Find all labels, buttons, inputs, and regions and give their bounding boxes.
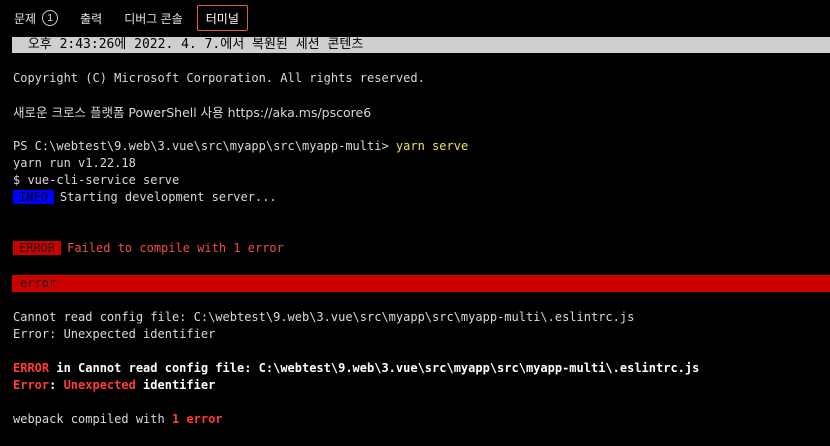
- error-identifier-line: Error: Unexpected identifier: [13, 377, 215, 394]
- error-label: Error: [13, 378, 50, 392]
- identifier-word: identifier: [135, 378, 216, 392]
- prompt-line: PS C:\webtest\9.web\3.vue\src\myapp\src\…: [13, 138, 468, 155]
- info-badge: INFO: [13, 190, 54, 204]
- vue-cli-line: $ vue-cli-service serve: [13, 173, 180, 187]
- unexpected-word: Unexpected: [63, 378, 136, 392]
- error-section-bar: error: [12, 275, 830, 292]
- info-line: INFO Starting development server...: [13, 189, 277, 206]
- unexpected-line: Error: Unexpected identifier: [13, 327, 216, 341]
- error-summary-text: Failed to compile with 1 error: [67, 241, 284, 255]
- error-summary-line: ERROR Failed to compile with 1 error: [13, 240, 284, 257]
- error-word: ERROR: [13, 361, 50, 375]
- error-badge: ERROR: [13, 241, 62, 255]
- command-text: yarn serve: [395, 139, 469, 153]
- yarn-run-line: yarn run v1.22.18: [13, 156, 136, 170]
- webpack-prefix: webpack compiled with: [13, 412, 172, 426]
- webpack-error-count: 1 error: [171, 412, 223, 426]
- cannot-read-line: Cannot read config file: C:\webtest\9.we…: [13, 310, 635, 324]
- error-in-text: in Cannot read config file: C:\webtest\9…: [49, 361, 700, 375]
- webpack-line: webpack compiled with 1 error: [13, 411, 223, 428]
- pwsh-note-line: 새로운 크로스 플랫폼 PowerShell 사용 https://aka.ms…: [13, 105, 372, 120]
- error-in-line: ERROR in Cannot read config file: C:\web…: [13, 360, 699, 377]
- prompt-path: PS C:\webtest\9.web\3.vue\src\myapp\src\…: [13, 139, 389, 153]
- terminal-output[interactable]: Copyright (C) Microsoft Corporation. All…: [13, 0, 830, 426]
- error-sep: :: [49, 378, 64, 392]
- copyright-line: Copyright (C) Microsoft Corporation. All…: [13, 71, 425, 85]
- info-text: Starting development server...: [59, 190, 277, 204]
